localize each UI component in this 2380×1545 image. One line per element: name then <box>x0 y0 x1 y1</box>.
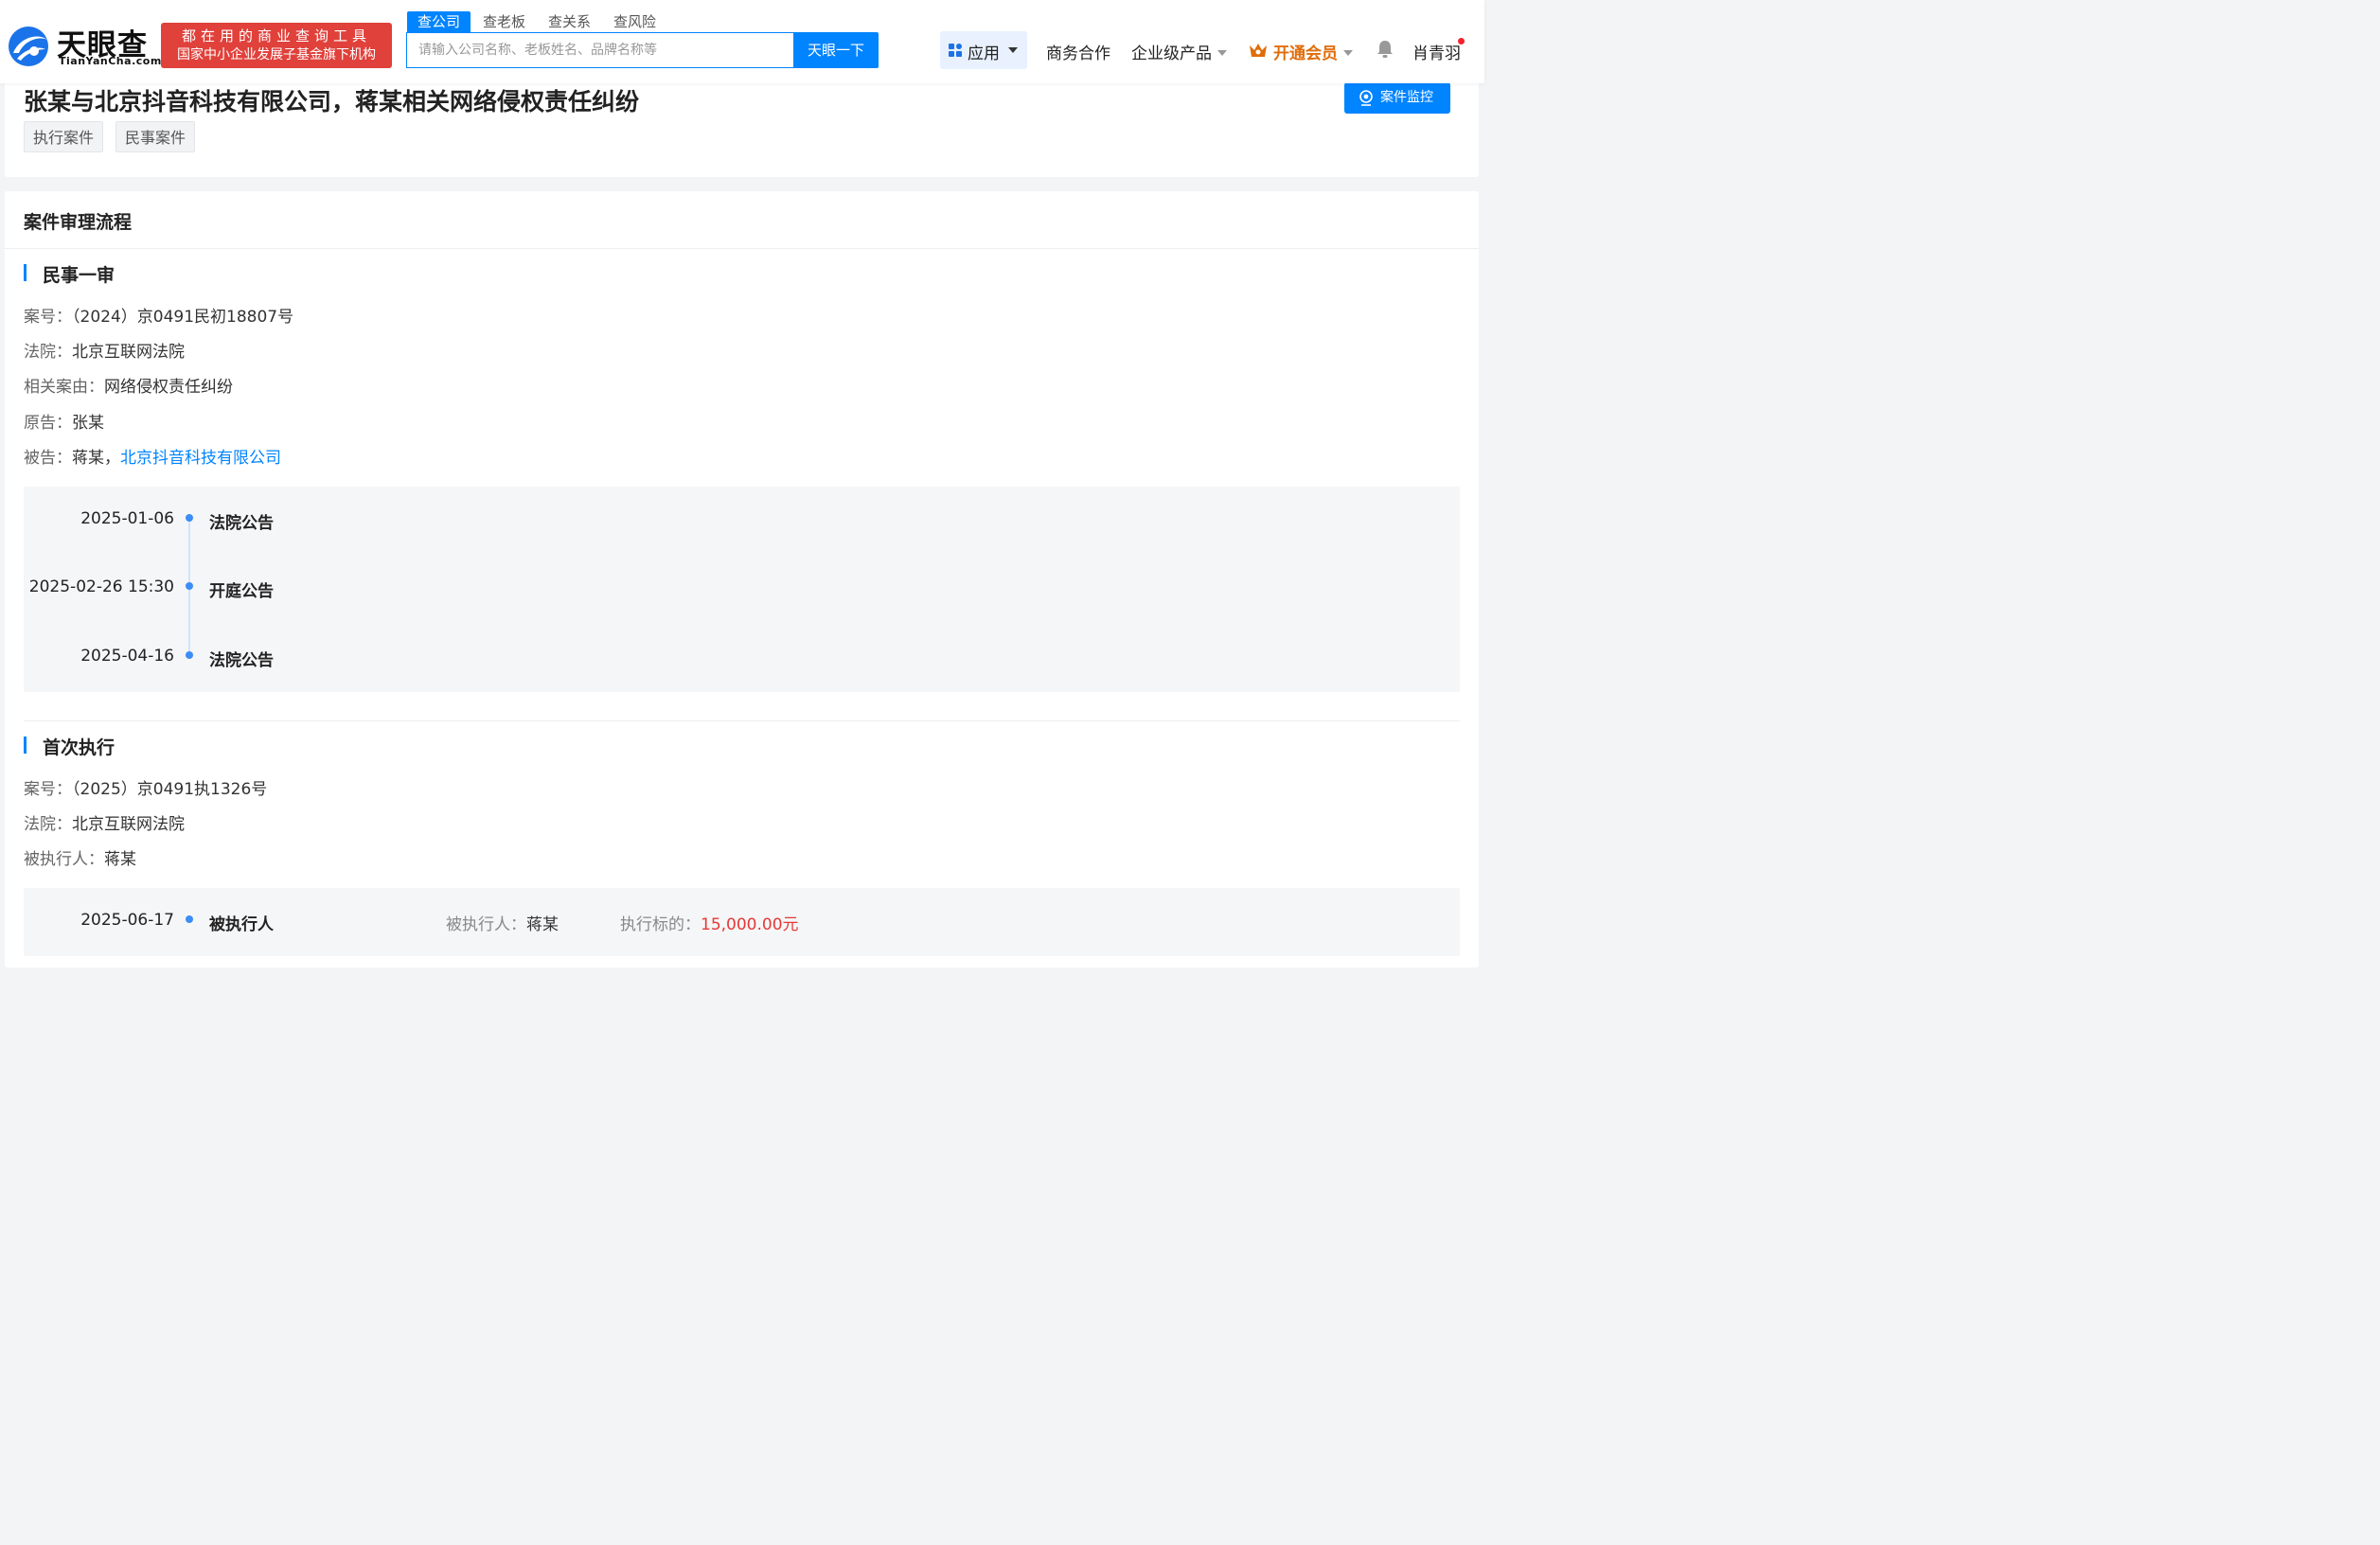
search-input[interactable] <box>407 33 794 67</box>
field-label: 相关案由： <box>24 378 104 397</box>
logo-domain: TianYanCha.com <box>59 55 162 67</box>
field-value: 蒋某， <box>72 449 120 468</box>
case-process-card: 案件审理流程 民事一审 案号：（2024）京0491民初18807号 法院：北京… <box>5 191 1479 968</box>
case-monitor-label: 案件监控 <box>1380 90 1433 105</box>
top-header: 天眼查 TianYanCha.com 都在用的商业查询工具 国家中小企业发展子基… <box>0 0 1484 83</box>
field-label: 执行标的： <box>620 915 701 934</box>
timeline-event[interactable]: 法院公告 <box>209 509 274 533</box>
timeline-dot <box>186 651 193 659</box>
field-value: 蒋某 <box>104 850 136 869</box>
field-label: 法院： <box>24 815 72 834</box>
notification-dot <box>1458 38 1465 44</box>
divider <box>5 248 1479 249</box>
field-label: 原告： <box>24 414 72 433</box>
field-value: 张某 <box>72 414 104 433</box>
field-label: 被执行人： <box>446 915 526 934</box>
field-label: 案号： <box>24 308 72 327</box>
court-row: 法院：北京互联网法院 <box>24 810 185 834</box>
tag-execution: 执行案件 <box>24 121 104 152</box>
timeline-dot <box>186 514 193 522</box>
timeline-event[interactable]: 法院公告 <box>209 647 274 670</box>
cause-row: 相关案由：网络侵权责任纠纷 <box>24 373 233 397</box>
timeline-event[interactable]: 开庭公告 <box>209 577 274 601</box>
executed-person-info: 被执行人：蒋某 <box>446 911 559 934</box>
field-label: 被告： <box>24 449 72 468</box>
executed-person-row: 被执行人：蒋某 <box>24 845 136 869</box>
section-heading: 案件审理流程 <box>24 212 133 233</box>
nav-vip-label: 开通会员 <box>1273 44 1338 63</box>
case-title: 张某与北京抖音科技有限公司，蒋某相关网络侵权责任纠纷 <box>24 88 640 115</box>
chevron-down-icon <box>1008 47 1018 53</box>
search-button[interactable]: 天眼一下 <box>793 32 879 68</box>
field-label: 案号： <box>24 780 72 799</box>
field-value: 蒋某 <box>526 915 559 934</box>
stage-title: 民事一审 <box>24 261 115 287</box>
execution-amount-info: 执行标的：15,000.00元 <box>620 911 799 934</box>
tab-company[interactable]: 查公司 <box>407 11 471 32</box>
nav-enterprise[interactable]: 企业级产品 <box>1131 40 1227 63</box>
divider <box>24 720 1460 721</box>
field-value: 网络侵权责任纠纷 <box>104 378 233 397</box>
case-number-row: 案号：（2025）京0491执1326号 <box>24 775 267 799</box>
timeline-date: 2025-01-06 <box>80 509 174 528</box>
timeline-event[interactable]: 被执行人 <box>209 911 274 934</box>
search-box <box>406 32 794 68</box>
apps-grid-icon <box>949 44 962 57</box>
nav-app-label: 应用 <box>968 44 1000 63</box>
field-value: （2024）京0491民初18807号 <box>72 308 294 327</box>
execution-amount: 15,000.00元 <box>701 915 799 934</box>
slogan-line2: 国家中小企业发展子基金旗下机构 <box>177 47 376 62</box>
slogan-line1: 都在用的商业查询工具 <box>181 27 371 44</box>
case-title-card: 张某与北京抖音科技有限公司，蒋某相关网络侵权责任纠纷 执行案件 民事案件 案件监… <box>5 82 1479 177</box>
timeline: 2025-06-17 被执行人 被执行人：蒋某 执行标的：15,000.00元 <box>24 888 1460 956</box>
court-row: 法院：北京互联网法院 <box>24 338 185 362</box>
chevron-down-icon <box>1217 49 1227 56</box>
field-label: 法院： <box>24 343 72 362</box>
tab-risk[interactable]: 查风险 <box>613 11 656 32</box>
nav-business[interactable]: 商务合作 <box>1046 40 1110 63</box>
crown-icon <box>1250 44 1267 57</box>
company-link[interactable]: 北京抖音科技有限公司 <box>120 449 281 468</box>
timeline-dot <box>186 915 193 923</box>
user-name[interactable]: 肖青羽 <box>1412 40 1461 63</box>
stage-title: 首次执行 <box>24 734 115 759</box>
monitor-icon <box>1359 90 1373 106</box>
timeline: 2025-01-06 法院公告 2025-02-26 15:30 开庭公告 20… <box>24 487 1460 692</box>
tab-relation[interactable]: 查关系 <box>548 11 591 32</box>
nav-enterprise-label: 企业级产品 <box>1131 44 1212 63</box>
logo-eye-icon <box>9 27 48 66</box>
case-number-row: 案号：（2024）京0491民初18807号 <box>24 303 293 327</box>
logo[interactable]: 天眼查 TianYanCha.com <box>6 23 161 70</box>
plaintiff-row: 原告：张某 <box>24 409 104 433</box>
field-value: 北京互联网法院 <box>72 815 185 834</box>
defendant-row: 被告：蒋某，北京抖音科技有限公司 <box>24 444 281 468</box>
timeline-dot <box>186 582 193 590</box>
tag-civil: 民事案件 <box>115 121 196 152</box>
field-value: 北京互联网法院 <box>72 343 185 362</box>
nav-app-menu[interactable]: 应用 <box>940 31 1027 69</box>
nav-vip[interactable]: 开通会员 <box>1273 40 1353 63</box>
chevron-down-icon <box>1343 49 1353 56</box>
timeline-date: 2025-06-17 <box>80 911 174 930</box>
bell-icon[interactable] <box>1376 40 1394 59</box>
timeline-date: 2025-04-16 <box>80 647 174 666</box>
slogan-banner: 都在用的商业查询工具 国家中小企业发展子基金旗下机构 <box>161 23 392 68</box>
timeline-date: 2025-02-26 15:30 <box>28 577 174 596</box>
field-label: 被执行人： <box>24 850 104 869</box>
case-monitor-button[interactable]: 案件监控 <box>1344 82 1450 114</box>
tab-boss[interactable]: 查老板 <box>483 11 525 32</box>
field-value: （2025）京0491执1326号 <box>72 780 268 799</box>
